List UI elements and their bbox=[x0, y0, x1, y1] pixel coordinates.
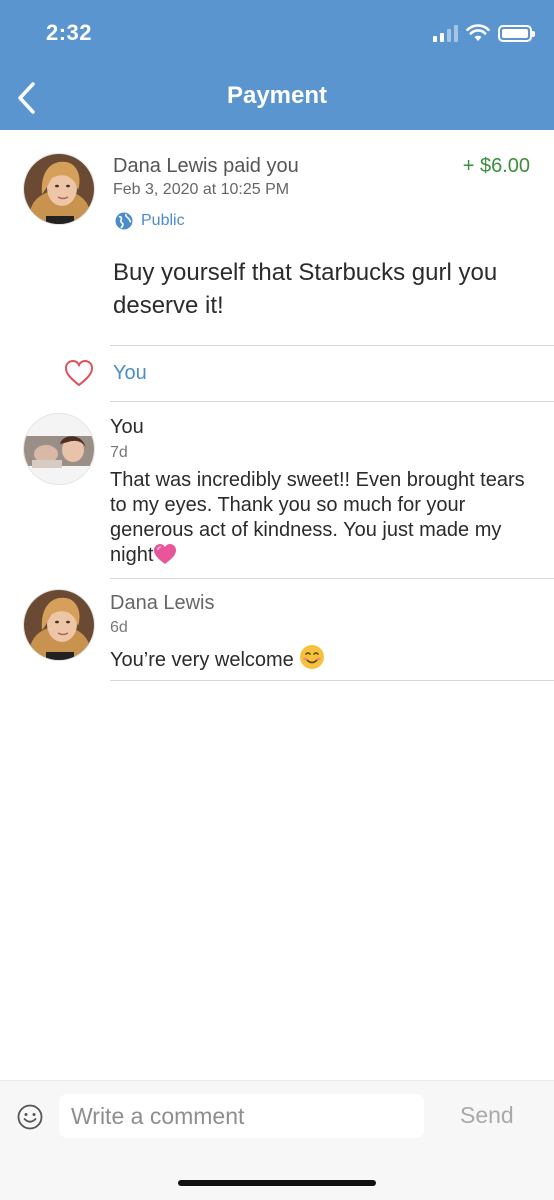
divider bbox=[110, 578, 554, 579]
likers-list[interactable]: You bbox=[113, 362, 147, 385]
likes-row: You bbox=[0, 346, 554, 402]
comment-avatar[interactable] bbox=[23, 589, 95, 661]
payer-name[interactable]: Dana Lewis bbox=[113, 155, 218, 177]
divider bbox=[110, 401, 554, 402]
smiley-icon bbox=[17, 1104, 43, 1130]
payment-note: Buy yourself that Starbucks gurl you des… bbox=[113, 259, 498, 319]
app-header: 2:32 Payment bbox=[0, 0, 554, 130]
wifi-icon bbox=[466, 24, 490, 41]
visibility-text: Public bbox=[141, 212, 185, 229]
divider bbox=[110, 680, 554, 681]
comment-text: You’re very welcome ☺️ bbox=[110, 644, 530, 673]
comment-body: You’re very welcome bbox=[110, 649, 294, 671]
comment-author[interactable]: Dana Lewis bbox=[110, 592, 215, 615]
comment-time: 6d bbox=[110, 619, 128, 636]
home-indicator[interactable] bbox=[178, 1180, 376, 1186]
status-icons bbox=[433, 22, 535, 44]
pink-heart-emoji bbox=[154, 544, 177, 564]
payment-amount: + $6.00 bbox=[462, 155, 530, 177]
cellular-signal-icon bbox=[433, 24, 458, 42]
comment-time: 7d bbox=[110, 444, 128, 461]
payer-avatar[interactable] bbox=[23, 153, 95, 225]
like-button[interactable] bbox=[63, 358, 95, 388]
status-time: 2:32 bbox=[46, 20, 93, 45]
emoji-button[interactable] bbox=[16, 1103, 44, 1131]
comment-avatar[interactable] bbox=[23, 413, 95, 485]
send-button[interactable]: Send bbox=[460, 1102, 514, 1129]
comment-author[interactable]: You bbox=[110, 416, 144, 439]
payment-date: Feb 3, 2020 at 10:25 PM bbox=[113, 181, 290, 198]
heart-outline-icon bbox=[64, 359, 94, 387]
page-title: Payment bbox=[226, 82, 328, 109]
battery-icon bbox=[498, 24, 535, 42]
globe-icon bbox=[115, 212, 133, 230]
payment-action: paid you bbox=[223, 155, 299, 177]
payment-summary: Dana Lewis paid you bbox=[113, 155, 299, 178]
comment-input[interactable] bbox=[59, 1094, 424, 1138]
comment-text: That was incredibly sweet!! Even brought… bbox=[110, 468, 530, 568]
smiling-face-emoji bbox=[300, 645, 325, 669]
visibility-label[interactable]: Public bbox=[115, 212, 185, 230]
